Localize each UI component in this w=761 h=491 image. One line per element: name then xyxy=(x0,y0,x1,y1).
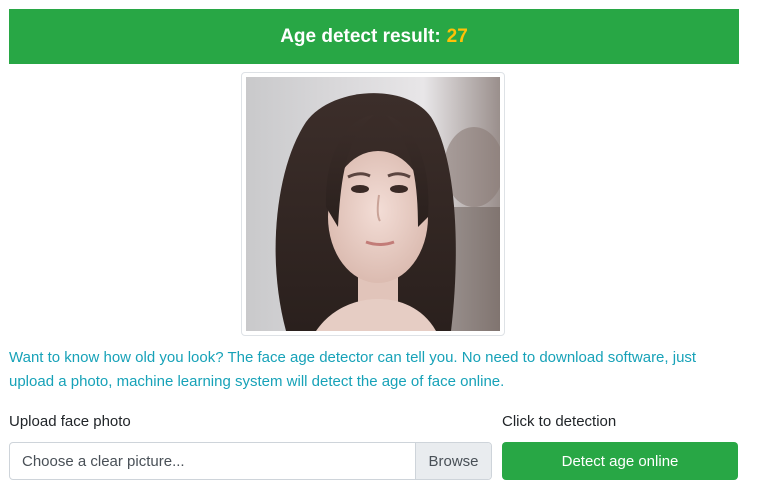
age-result-value: 27 xyxy=(446,25,468,47)
detect-age-button[interactable]: Detect age online xyxy=(502,442,738,480)
upload-file-input[interactable]: Choose a clear picture... Browse xyxy=(9,442,492,480)
intro-text: Want to know how old you look? The face … xyxy=(9,349,697,390)
file-input-placeholder[interactable]: Choose a clear picture... xyxy=(10,443,415,479)
face-photo xyxy=(246,77,500,331)
face-photo-frame xyxy=(241,72,505,336)
detect-label: Click to detection xyxy=(502,413,617,430)
result-label: Age detect result: xyxy=(280,25,441,47)
upload-label: Upload face photo xyxy=(9,413,131,430)
result-banner: Age detect result: 27 xyxy=(9,9,739,64)
age-detect-page: Age detect result: 27 Want to know how o… xyxy=(0,0,761,491)
browse-button[interactable]: Browse xyxy=(415,443,491,479)
